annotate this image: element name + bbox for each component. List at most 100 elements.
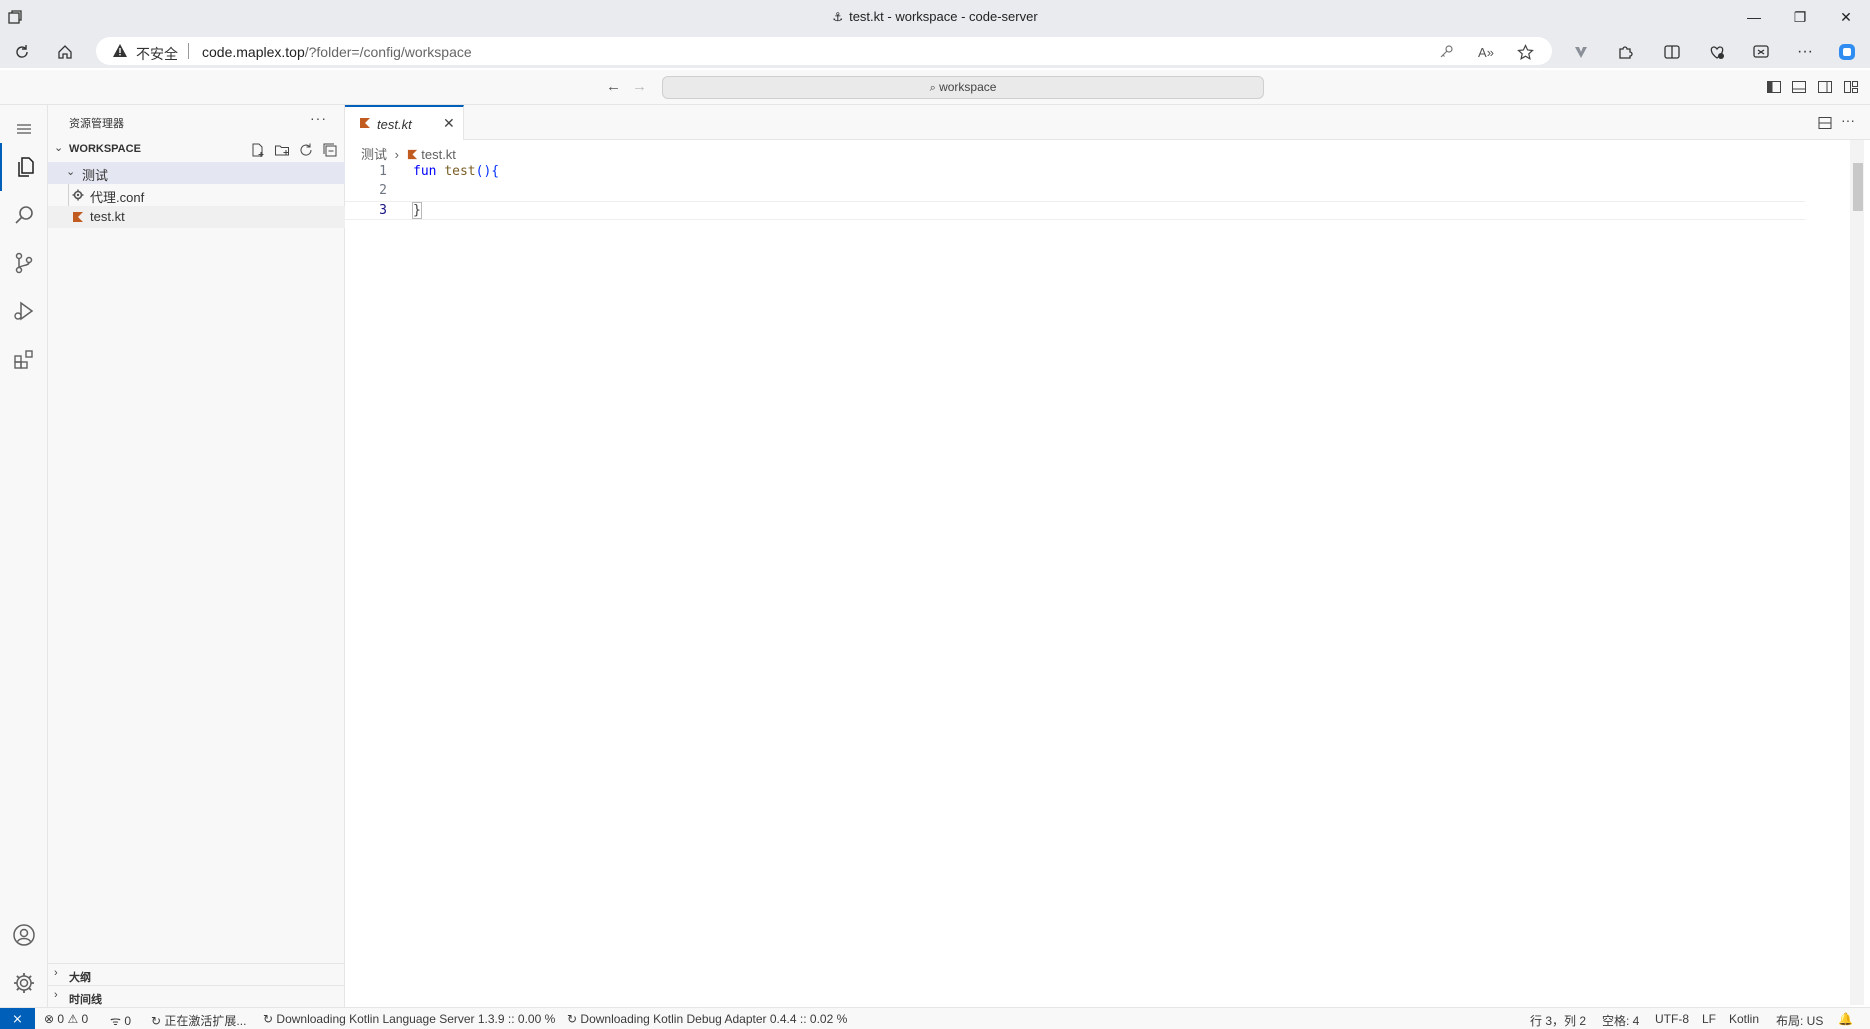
problems-indicator[interactable]: ⊗ 0 ⚠ 0 <box>44 1012 88 1026</box>
status-bar: ⨯ ⊗ 0 ⚠ 0 ᯤ 0 ↻ 正在激活扩展... ↻ Downloading … <box>0 1007 1870 1029</box>
indentation-status[interactable]: 空格: 4 <box>1602 1012 1639 1029</box>
copilot-icon[interactable] <box>1834 39 1860 65</box>
encoding-status[interactable]: UTF-8 <box>1655 1012 1689 1026</box>
search-icon <box>15 206 33 224</box>
outline-label: 大纲 <box>69 972 91 984</box>
files-icon <box>18 157 34 177</box>
function-token: test <box>444 164 476 179</box>
close-icon[interactable]: ✕ <box>443 115 455 132</box>
favorite-star-icon[interactable] <box>1515 42 1535 62</box>
explorer-button[interactable] <box>0 143 48 191</box>
tree-item-label: 测试 <box>82 168 109 183</box>
toggle-panel-icon[interactable] <box>1791 79 1807 95</box>
keyword-token: fun <box>413 164 437 179</box>
minimize-button[interactable]: — <box>1731 4 1777 30</box>
screenshot-icon[interactable] <box>1748 39 1774 65</box>
extension-activation-status[interactable]: ↻ 正在激活扩展... <box>151 1012 246 1029</box>
run-debug-button[interactable] <box>0 287 48 335</box>
reload-button[interactable] <box>9 39 35 65</box>
toggle-primary-sidebar-icon[interactable] <box>1766 79 1782 95</box>
timeline-label: 时间线 <box>69 994 102 1006</box>
breadcrumb-file[interactable]: test.kt <box>421 147 456 162</box>
browser-toolbar: 不安全 code.maplex.top/?folder=/config/work… <box>0 34 1870 68</box>
ports-indicator[interactable]: ᯤ 0 <box>110 1012 131 1029</box>
run-debug-icon <box>14 301 34 321</box>
sidebar-title: 资源管理器 <box>69 118 124 130</box>
language-mode[interactable]: Kotlin <box>1729 1012 1759 1026</box>
chevron-down-icon: ⌄ <box>66 166 76 178</box>
settings-button[interactable] <box>0 959 48 1007</box>
code-server-icon: ⚓ <box>832 10 844 24</box>
keyboard-layout[interactable]: 布局: US <box>1776 1012 1823 1029</box>
chevron-right-icon: › <box>394 147 399 162</box>
sync-icon: ↻ <box>151 1014 162 1028</box>
go-forward-icon[interactable]: → <box>632 78 647 95</box>
source-control-button[interactable] <box>0 239 48 287</box>
password-key-icon[interactable] <box>1436 42 1456 62</box>
divider <box>188 43 189 59</box>
security-label[interactable]: 不安全 <box>136 44 178 64</box>
editor-tabs: test.kt ✕ ··· <box>345 105 1870 140</box>
restore-button[interactable]: ❐ <box>1777 4 1823 30</box>
eol-status[interactable]: LF <box>1702 1012 1716 1026</box>
collapse-all-icon[interactable] <box>322 142 338 158</box>
editor-more-actions[interactable]: ··· <box>1841 112 1855 128</box>
vertical-scrollbar[interactable] <box>1850 140 1864 1005</box>
extensions-button[interactable] <box>0 335 48 383</box>
toggle-secondary-sidebar-icon[interactable] <box>1817 79 1833 95</box>
new-folder-icon[interactable] <box>274 142 290 158</box>
chevron-down-icon: ⌄ <box>54 142 64 154</box>
line-text: } <box>412 202 422 219</box>
accounts-button[interactable] <box>0 911 48 959</box>
customize-layout-icon[interactable] <box>1843 79 1859 95</box>
code-line: 2 <box>345 182 1805 201</box>
tree-file-test-kt[interactable]: test.kt <box>48 206 345 228</box>
split-editor-icon[interactable] <box>1817 115 1833 131</box>
reload-icon <box>16 45 28 58</box>
window-title: ⚓ test.kt - workspace - code-server <box>832 9 1038 24</box>
account-icon <box>13 924 35 946</box>
extensions-icon[interactable] <box>1612 39 1638 65</box>
kotlin-file-icon <box>73 212 83 222</box>
remote-indicator[interactable]: ⨯ <box>0 1008 35 1029</box>
scrollbar-thumb[interactable] <box>1853 163 1863 211</box>
remote-icon: ⨯ <box>12 1011 23 1026</box>
sync-icon: ↻ <box>263 1012 274 1026</box>
punctuation-token: (){ <box>475 164 500 179</box>
workspace-section-header[interactable]: ⌄ WORKSPACE <box>48 138 345 160</box>
refresh-icon[interactable] <box>298 142 314 158</box>
address-bar[interactable]: 不安全 code.maplex.top/?folder=/config/work… <box>96 37 1552 65</box>
kotlin-file-icon <box>407 149 417 160</box>
gear-icon <box>14 973 34 993</box>
search-button[interactable] <box>0 191 48 239</box>
tree-item-label: 代理.conf <box>90 190 145 205</box>
language-server-download-status[interactable]: ↻ Downloading Kotlin Language Server 1.3… <box>263 1012 555 1026</box>
sync-icon: ↻ <box>567 1012 578 1026</box>
read-aloud-icon[interactable]: A» <box>1476 42 1496 62</box>
vscode-titlebar: ← → ⌕ workspace <box>0 70 1870 105</box>
outline-section-header[interactable]: › 大纲 <box>48 963 345 985</box>
cursor-position[interactable]: 行 3，列 2 <box>1530 1012 1586 1029</box>
tab-test-kt[interactable]: test.kt ✕ <box>345 105 464 140</box>
tree-folder-test[interactable]: ⌄ 测试 <box>48 162 345 184</box>
split-screen-icon[interactable] <box>1659 39 1685 65</box>
tree-item-label: test.kt <box>90 209 125 224</box>
broadcast-icon: ᯤ <box>110 1014 121 1028</box>
breadcrumb-folder[interactable]: 测试 <box>361 147 387 162</box>
go-back-icon[interactable]: ← <box>606 78 621 95</box>
url-text[interactable]: code.maplex.top/?folder=/config/workspac… <box>202 44 472 60</box>
performance-icon[interactable] <box>1704 39 1730 65</box>
timeline-section-header[interactable]: › 时间线 <box>48 985 345 1007</box>
command-center[interactable]: ⌕ workspace <box>662 76 1264 99</box>
more-menu-icon[interactable]: ··· <box>1792 39 1818 65</box>
debug-adapter-download-status[interactable]: ↻ Downloading Kotlin Debug Adapter 0.4.4… <box>567 1012 847 1026</box>
close-window-button[interactable]: ✕ <box>1823 4 1869 30</box>
notifications-bell-icon[interactable]: 🔔 <box>1838 1012 1853 1026</box>
extensions-icon <box>14 350 33 369</box>
extension-v-icon[interactable] <box>1568 39 1594 65</box>
new-file-icon[interactable] <box>250 142 266 158</box>
explorer-sidebar: 资源管理器 ··· ⌄ WORKSPACE ⌄ 测试 代理.conf test.… <box>48 105 345 1007</box>
home-button[interactable] <box>52 39 78 65</box>
tree-file-proxy-conf[interactable]: 代理.conf <box>48 184 345 206</box>
sidebar-more-actions[interactable]: ··· <box>310 110 327 126</box>
